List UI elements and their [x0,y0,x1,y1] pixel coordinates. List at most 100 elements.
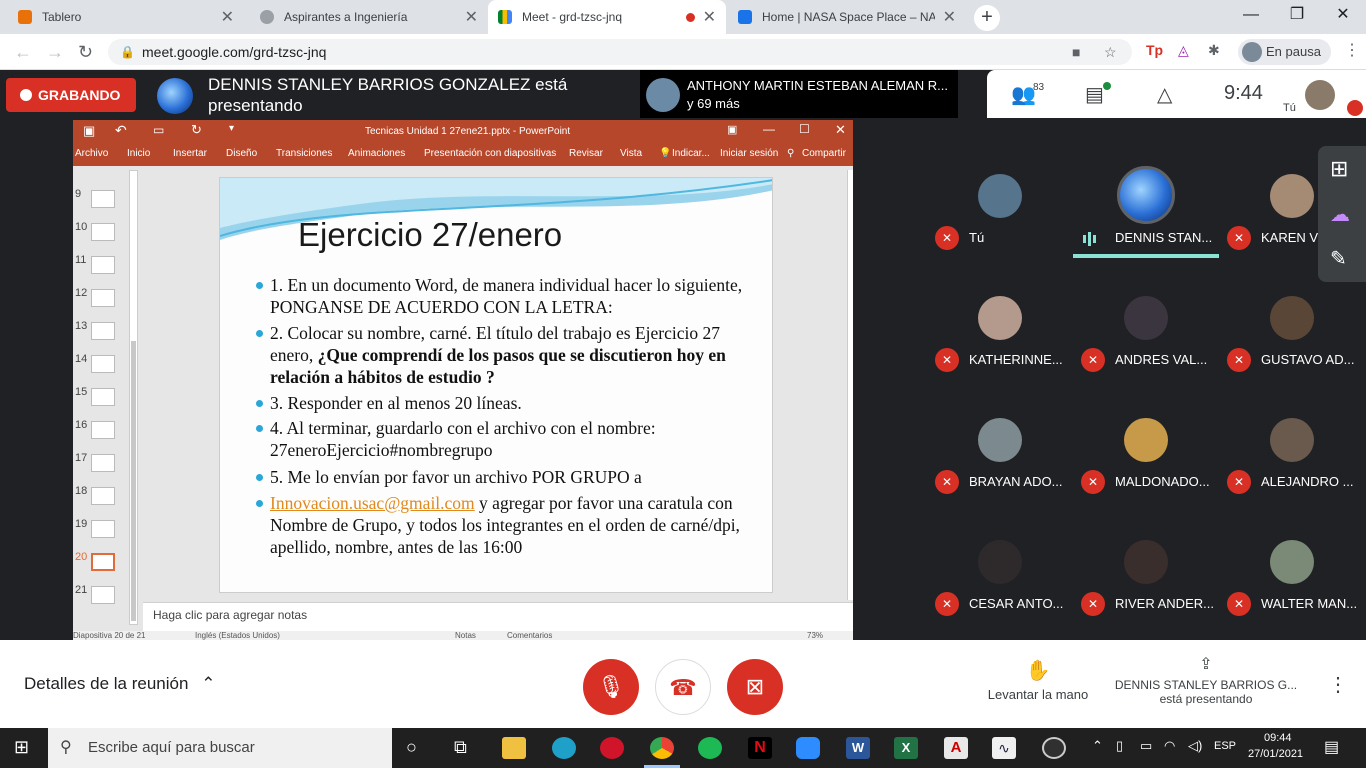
participant-tile[interactable]: ✕ WALTER MAN... [1219,502,1365,618]
participant-tile[interactable]: ✕ Tú [927,136,1073,252]
present-icon[interactable]: ▭ [153,123,164,137]
taskbar-date[interactable]: 27/01/2021 [1248,748,1303,760]
volume-icon[interactable]: ◁) [1188,738,1202,754]
extension-icon[interactable]: Tp [1146,42,1163,58]
puzzle-icon[interactable]: ✱ [1208,42,1220,59]
participant-tile[interactable]: ✕ CESAR ANTO... [927,502,1073,618]
comments-toggle[interactable]: Comentarios [507,631,552,640]
camera-toggle-button[interactable]: ⊠ [727,659,783,715]
more-options-icon[interactable]: ⋮ [1328,672,1348,697]
file-explorer-icon[interactable] [502,737,526,759]
camera-icon[interactable]: ■ [1072,39,1080,65]
tab-animaciones[interactable]: Animaciones [348,148,405,159]
save-icon[interactable]: ▣ [83,123,95,139]
tab-diseno[interactable]: Diseño [226,148,257,159]
graph-app-icon[interactable]: ∿ [992,737,1016,759]
close-tab-icon[interactable]: ✕ [943,7,956,27]
zoom-level[interactable]: 73% [807,631,823,640]
chat-icon[interactable]: ▤ [1085,82,1104,107]
back-icon[interactable]: ← [14,42,32,63]
sign-in-link[interactable]: Iniciar sesión [720,148,778,159]
redo-icon[interactable]: ↻ [191,122,202,138]
close-window-button[interactable]: ✕ [1320,0,1366,30]
participant-tile[interactable]: ✕ ALEJANDRO ... [1219,380,1365,496]
profile-button[interactable]: En pausa [1238,39,1331,65]
battery-icon[interactable]: ▭ [1140,738,1152,754]
windows-start-icon[interactable]: ⊞ [14,737,29,758]
participant-tile[interactable]: ✕ ANDRES VAL... [1073,258,1219,374]
notes-toggle[interactable]: Notas [455,631,476,640]
tab-aspirantes[interactable]: Aspirantes a Ingeniería ✕ [250,0,488,34]
tab-inicio[interactable]: Inicio [127,148,150,159]
acrobat-icon[interactable]: A [944,737,968,759]
obs-icon[interactable] [1042,737,1066,759]
grid-icon[interactable]: ⊞ [1330,156,1348,182]
tab-archivo[interactable]: Archivo [75,148,108,159]
meeting-details-button[interactable]: Detalles de la reunión ⌃ [24,674,215,694]
cortana-icon[interactable]: ○ [406,737,417,758]
wifi-icon[interactable]: ◠ [1164,738,1175,754]
forward-icon[interactable]: → [46,42,64,63]
mic-toggle-button[interactable]: 🎙 [583,659,639,715]
slide-scrollbar[interactable] [847,170,853,600]
undo-icon[interactable]: ↶ [115,122,127,139]
spotify-icon[interactable] [698,737,722,759]
notes-pane[interactable]: Haga clic para agregar notas [143,602,853,626]
opera-icon[interactable] [600,737,624,759]
participant-tile[interactable]: ✕ BRAYAN ADO... [927,380,1073,496]
tab-transiciones[interactable]: Transiciones [276,148,332,159]
url-bar[interactable]: 🔒 meet.google.com/grd-tzsc-jnq ■ ☆ [108,39,1132,65]
ribbon-options-icon[interactable]: ▣ [727,123,737,136]
participant-tile[interactable]: ✕ MALDONADO... [1073,380,1219,496]
tab-nasa[interactable]: Home | NASA Space Place – NASA ✕ [728,0,966,34]
participant-tile[interactable]: DENNIS STAN... [1073,136,1219,258]
tell-me-box[interactable]: Indicar... [672,148,710,159]
recording-badge[interactable]: GRABANDO [6,78,136,112]
share-button[interactable]: Compartir [802,148,846,159]
chevron-up-icon[interactable]: ⌃ [1092,738,1103,754]
raise-hand-button[interactable]: ✋ Levantar la mano [980,658,1096,702]
star-icon[interactable]: ☆ [1104,39,1117,65]
maximize-icon[interactable]: ☐ [799,122,810,136]
minimize-icon[interactable]: — [763,122,775,136]
close-tab-icon[interactable]: ✕ [465,7,478,27]
share-icon[interactable]: ⚲ [787,148,794,159]
notifications-icon[interactable]: ▤ [1324,737,1339,757]
new-tab-button[interactable]: + [974,5,1000,31]
tab-meet[interactable]: Meet - grd-tzsc-jnq ✕ [488,0,726,34]
minimize-window-button[interactable]: — [1228,0,1274,30]
close-tab-icon[interactable]: ✕ [703,7,716,27]
reload-icon[interactable]: ↻ [78,42,93,63]
customize-icon[interactable]: ▾ [229,123,234,134]
participant-tile[interactable]: ✕ RIVER ANDER... [1073,502,1219,618]
task-view-icon[interactable]: ⧉ [454,737,467,758]
input-language[interactable]: ESP [1214,740,1236,752]
slide[interactable]: Ejercicio 27/enero 1. En un documento Wo… [219,177,773,593]
tab-insertar[interactable]: Insertar [173,148,207,159]
excel-icon[interactable]: X [894,737,918,759]
tab-vista[interactable]: Vista [620,148,642,159]
maximize-window-button[interactable]: ❐ [1274,0,1320,30]
email-link[interactable]: Innovacion.usac@gmail.com [270,493,475,513]
close-tab-icon[interactable]: ✕ [221,7,234,27]
chrome-icon[interactable] [650,737,674,759]
tab-tablero[interactable]: Tablero ✕ [8,0,244,34]
participant-tile[interactable]: ✕ KATHERINNE... [927,258,1073,374]
taskbar-time[interactable]: 09:44 [1264,732,1292,744]
whiteboard-pen-icon[interactable]: ✎ [1330,246,1347,271]
edge-icon[interactable] [552,737,576,759]
tray-icon[interactable]: ▯ [1116,738,1123,754]
close-icon[interactable]: ✕ [835,122,846,138]
thumbnails-scrollbar[interactable] [129,170,138,625]
effects-icon[interactable]: ☁ [1330,202,1350,227]
tab-presentacion[interactable]: Presentación con diapositivas [424,148,556,159]
presenting-status-button[interactable]: ⇪ DENNIS STANLEY BARRIOS G... está prese… [1108,654,1304,706]
leave-call-button[interactable]: ☎ [655,659,711,715]
taskbar-search-box[interactable]: ⚲ Escribe aquí para buscar [48,728,392,768]
activities-icon[interactable]: △ [1157,82,1172,107]
tab-revisar[interactable]: Revisar [569,148,603,159]
extension-icon[interactable]: ◬ [1178,42,1189,59]
menu-icon[interactable]: ⋮ [1344,40,1360,60]
word-icon[interactable]: W [846,737,870,759]
netflix-icon[interactable]: N [748,737,772,759]
